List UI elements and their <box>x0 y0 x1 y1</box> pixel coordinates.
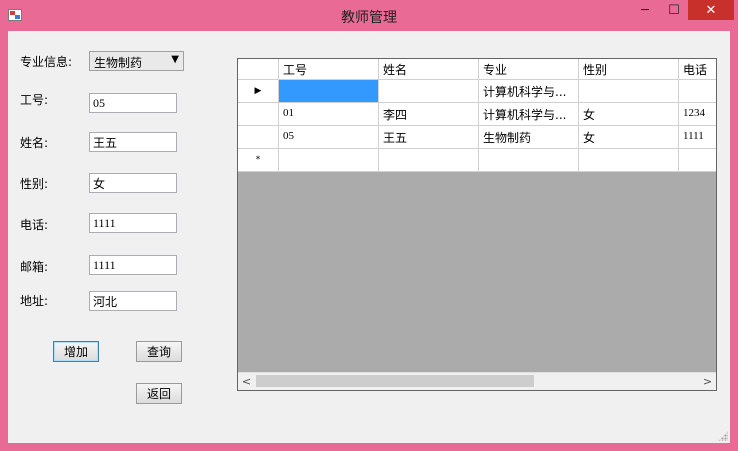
new-row[interactable]: * <box>238 149 716 172</box>
table-cell[interactable]: 计算机科学与... <box>479 80 579 103</box>
add-button[interactable]: 增加 <box>53 341 99 362</box>
maximize-button[interactable]: ☐ <box>660 0 688 20</box>
horizontal-scrollbar[interactable]: < > <box>238 372 716 390</box>
table-cell[interactable] <box>379 149 479 172</box>
major-select-value: 生物制药 <box>94 56 143 70</box>
gender-input[interactable] <box>89 173 177 193</box>
table-cell[interactable]: 女 <box>579 126 679 149</box>
table-row[interactable]: 01 李四 计算机科学与... 女 1234 <box>238 103 716 126</box>
table-cell[interactable] <box>579 80 679 103</box>
form-client-area: 专业信息: 生物制药 ▼ 工号: 姓名: 性别: 电话: 邮箱: 地址: 增加 … <box>8 31 730 443</box>
table-row[interactable]: ▶ 计算机科学与... <box>238 80 716 103</box>
window-title: 教师管理 <box>341 10 397 26</box>
email-label: 邮箱: <box>20 260 49 274</box>
name-label: 姓名: <box>20 136 49 150</box>
column-header-gender[interactable]: 性别 <box>579 59 679 80</box>
teacher-data-grid[interactable]: 工号 姓名 专业 性别 电话 ▶ 计算机科学与... 01 李四 计算机科学与.… <box>237 58 717 391</box>
column-header-id[interactable]: 工号 <box>279 59 379 80</box>
back-button[interactable]: 返回 <box>136 383 182 404</box>
gender-label: 性别: <box>20 177 49 191</box>
grid-header-row: 工号 姓名 专业 性别 电话 <box>238 59 716 80</box>
id-input[interactable] <box>89 93 177 113</box>
email-input[interactable] <box>89 255 177 275</box>
column-header-phone[interactable]: 电话 <box>679 59 716 80</box>
table-cell[interactable] <box>679 80 716 103</box>
major-label: 专业信息: <box>20 55 73 69</box>
phone-label: 电话: <box>20 218 49 232</box>
main-window: 教师管理 ─ ☐ ✕ 专业信息: 生物制药 ▼ 工号: 姓名: 性别: 电话: … <box>0 0 738 451</box>
scroll-right-icon[interactable]: > <box>699 373 716 390</box>
table-cell[interactable]: 李四 <box>379 103 479 126</box>
new-row-asterisk-icon[interactable]: * <box>238 149 279 172</box>
name-input[interactable] <box>89 132 177 152</box>
table-cell[interactable] <box>379 80 479 103</box>
address-input[interactable] <box>89 291 177 311</box>
row-header[interactable] <box>238 126 279 149</box>
table-row[interactable]: 05 王五 生物制药 女 1111 <box>238 126 716 149</box>
query-button[interactable]: 查询 <box>136 341 182 362</box>
table-cell[interactable]: 01 <box>279 103 379 126</box>
table-cell[interactable] <box>279 80 379 103</box>
table-cell[interactable] <box>479 149 579 172</box>
table-cell[interactable]: 王五 <box>379 126 479 149</box>
table-cell[interactable] <box>279 149 379 172</box>
chevron-down-icon[interactable]: ▼ <box>171 54 179 65</box>
column-header-name[interactable]: 姓名 <box>379 59 479 80</box>
current-row-arrow-icon[interactable]: ▶ <box>238 80 279 103</box>
scroll-left-icon[interactable]: < <box>238 373 255 390</box>
table-cell[interactable]: 女 <box>579 103 679 126</box>
address-label: 地址: <box>20 294 49 308</box>
scrollbar-thumb[interactable] <box>256 375 534 387</box>
table-cell[interactable]: 计算机科学与... <box>479 103 579 126</box>
table-cell[interactable] <box>579 149 679 172</box>
resize-grip-icon[interactable] <box>718 431 728 441</box>
minimize-button[interactable]: ─ <box>630 0 660 20</box>
grid-corner-header[interactable] <box>238 59 279 80</box>
row-header[interactable] <box>238 103 279 126</box>
table-cell[interactable]: 生物制药 <box>479 126 579 149</box>
column-header-major[interactable]: 专业 <box>479 59 579 80</box>
major-select[interactable]: 生物制药 ▼ <box>89 51 184 71</box>
table-cell[interactable] <box>679 149 716 172</box>
phone-input[interactable] <box>89 213 177 233</box>
title-bar[interactable]: 教师管理 ─ ☐ ✕ <box>0 0 738 31</box>
close-button[interactable]: ✕ <box>688 0 734 20</box>
table-cell[interactable]: 1111 <box>679 126 716 149</box>
id-label: 工号: <box>20 93 49 107</box>
table-cell[interactable]: 05 <box>279 126 379 149</box>
table-cell[interactable]: 1234 <box>679 103 716 126</box>
